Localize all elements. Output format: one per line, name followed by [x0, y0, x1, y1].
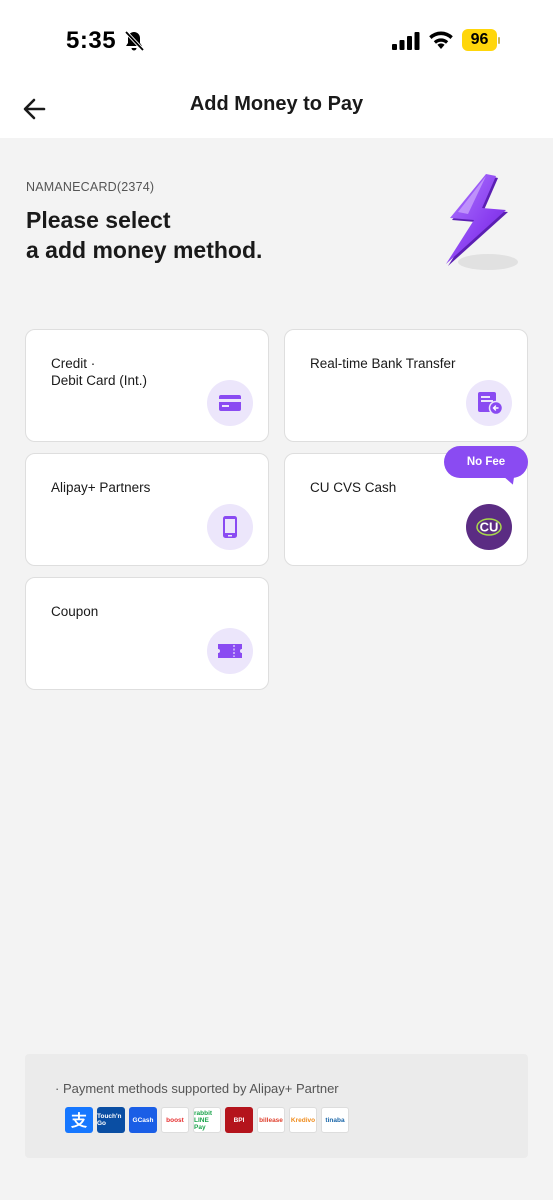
method-label: Credit · Debit Card (Int.) [51, 356, 148, 388]
status-bar: 5:35 96 [0, 0, 553, 80]
alipay-logo-icon: 支 [65, 1107, 93, 1133]
lightning-bolt-icon [446, 174, 518, 270]
method-alipay-partners[interactable]: Alipay+ Partners [25, 453, 269, 566]
heading-line-2: a add money method. [26, 237, 263, 263]
page-title: Add Money to Pay [189, 93, 364, 115]
gcash-logo-icon: GCash [129, 1107, 157, 1133]
method-label: CU CVS Cash [310, 480, 397, 495]
status-time: 5:35 [66, 27, 117, 54]
credit-card-icon [207, 380, 253, 426]
supported-partners-footer: · Payment methods supported by Alipay+ P… [25, 1054, 528, 1158]
ticket-icon [207, 628, 253, 674]
section-heading: Please select a add money method. [26, 205, 262, 265]
touch-n-go-logo-icon: Touch'n Go [97, 1107, 125, 1133]
wifi-icon [429, 31, 453, 49]
heading-line-1: Please select [26, 207, 171, 233]
bell-slash-icon [124, 30, 145, 52]
partner-logos: 支 Touch'n Go GCash boost rabbit LINE Pay… [65, 1107, 349, 1133]
battery-icon: 96 [462, 29, 500, 51]
method-coupon[interactable]: Coupon [25, 577, 269, 690]
cu-logo-icon: CU [466, 504, 512, 550]
signal-icon [392, 32, 420, 50]
method-label: Alipay+ Partners [51, 480, 151, 495]
boost-logo-icon: boost [161, 1107, 189, 1133]
bpi-logo-icon: BPI [225, 1107, 253, 1133]
account-label: NAMANECARD(2374) [26, 180, 155, 194]
battery-level: 96 [470, 31, 489, 48]
mobile-phone-icon [207, 504, 253, 550]
bank-transfer-icon [466, 380, 512, 426]
nav-header: Add Money to Pay [0, 80, 553, 138]
kredivo-logo-icon: Kredivo [289, 1107, 317, 1133]
method-label: Coupon [51, 604, 99, 619]
footer-note: · Payment methods supported by Alipay+ P… [55, 1081, 339, 1096]
tinaba-logo-icon: tinaba [321, 1107, 349, 1133]
svg-text:CU: CU [480, 520, 499, 535]
svg-text:支: 支 [70, 1111, 88, 1130]
method-credit-debit-card[interactable]: Credit · Debit Card (Int.) [25, 329, 269, 442]
billease-logo-icon: billease [257, 1107, 285, 1133]
rabbit-line-pay-logo-icon: rabbit LINE Pay [193, 1107, 221, 1133]
method-real-time-bank-transfer[interactable]: Real-time Bank Transfer [284, 329, 528, 442]
method-label: Real-time Bank Transfer [310, 356, 456, 371]
